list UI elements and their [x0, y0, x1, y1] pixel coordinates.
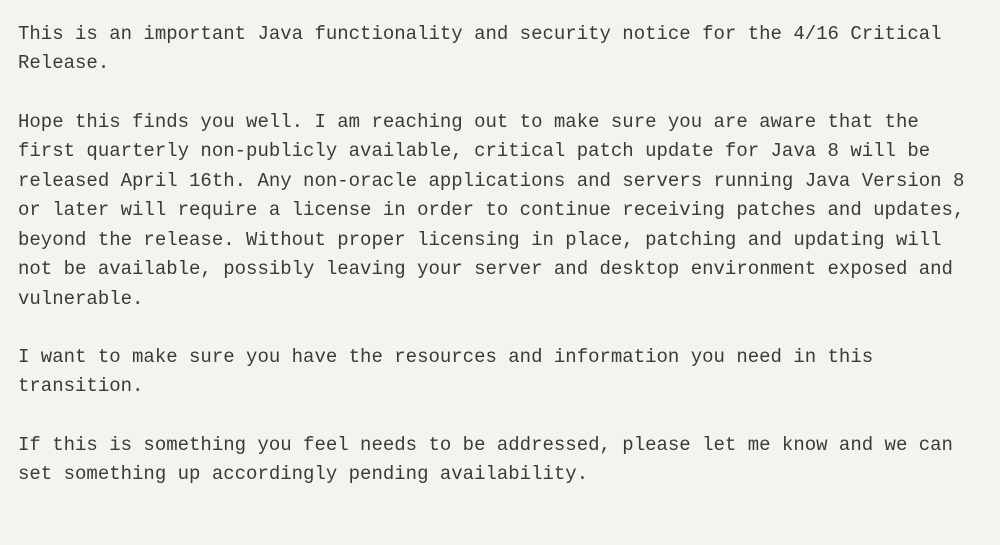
paragraph-resources: I want to make sure you have the resourc… [18, 343, 982, 402]
paragraph-main: Hope this finds you well. I am reaching … [18, 108, 982, 314]
paragraph-closing: If this is something you feel needs to b… [18, 431, 982, 490]
paragraph-intro: This is an important Java functionality … [18, 20, 982, 79]
email-body: This is an important Java functionality … [18, 20, 982, 490]
